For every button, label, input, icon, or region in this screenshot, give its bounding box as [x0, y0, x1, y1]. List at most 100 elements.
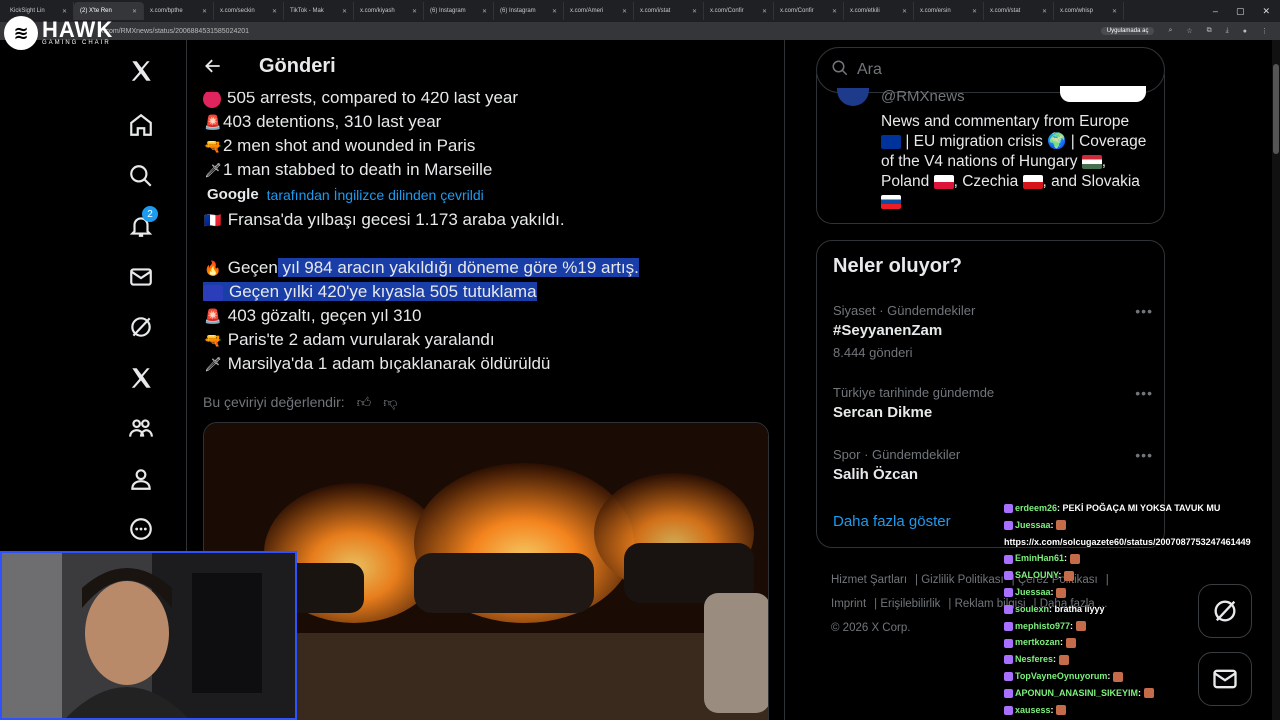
translated-title: 🇫🇷 Fransa'da yılbaşı gecesi 1.173 araba …: [203, 208, 773, 232]
tab-close-icon[interactable]: ✕: [342, 8, 347, 15]
scroll-thumb[interactable]: [1273, 64, 1279, 154]
browser-tab[interactable]: x.com/bpthe ✕: [144, 2, 214, 20]
follow-button[interactable]: [1060, 86, 1146, 102]
trend-item[interactable]: Siyaset · Gündemdekiler #SeyyanenZam 8.4…: [833, 303, 1153, 360]
tab-close-icon[interactable]: ✕: [202, 8, 207, 15]
avatar[interactable]: [837, 88, 869, 106]
zoom-icon[interactable]: ⌕: [1168, 27, 1172, 35]
chat-emote-icon: [1056, 705, 1067, 716]
tab-title: (6) Instagram: [430, 8, 466, 14]
footer-link[interactable]: Imprint: [831, 598, 866, 610]
tab-close-icon[interactable]: ✕: [552, 8, 557, 15]
tab-title: x.com/Ameri: [570, 8, 604, 14]
browser-tab[interactable]: (6) Instagram ✕: [424, 2, 494, 20]
browser-tab[interactable]: x.com/whisp ✕: [1054, 2, 1124, 20]
siren-icon: 🚨: [204, 114, 222, 130]
translated-by-link[interactable]: tarafından İngilizce dilinden çevrildi: [267, 183, 484, 207]
tab-close-icon[interactable]: ✕: [62, 8, 67, 15]
bookmark-star-icon[interactable]: ☆: [1186, 27, 1192, 35]
trend-item[interactable]: Türkiye tarihinde gündemde Sercan Dikme …: [833, 385, 1153, 421]
tab-title: x.com/etkili: [850, 8, 880, 14]
browser-tab[interactable]: x.com/Ameri ✕: [564, 2, 634, 20]
notifications-icon[interactable]: 2: [110, 206, 172, 246]
thumbs-down-icon[interactable]: 👎︎: [383, 390, 397, 414]
download-icon[interactable]: ⤓: [1226, 27, 1229, 35]
browser-tab[interactable]: x.com/etkili ✕: [844, 2, 914, 20]
tab-strip: KickSight Lin ✕ (2) X'te Ren ✕ x.com/bpthe ✕ x…: [4, 2, 1124, 20]
hawk-overlay-logo: ≋ HAWK GAMING CHAIR: [4, 16, 113, 50]
chat-emote-icon: [1143, 688, 1154, 699]
chat-message: xausess:: [1004, 702, 1280, 719]
browser-tab[interactable]: TikTok - Mak ✕: [284, 2, 354, 20]
url-text[interactable]: x.com/RMXnews/status/2006884531585024201: [100, 28, 249, 35]
trend-name: #SeyyanenZam: [833, 322, 943, 339]
back-arrow-icon[interactable]: [187, 40, 239, 92]
tab-close-icon[interactable]: ✕: [132, 8, 137, 15]
close-icon[interactable]: ✕: [1262, 6, 1270, 17]
tab-close-icon[interactable]: ✕: [1112, 8, 1117, 15]
more-options-icon[interactable]: •••: [1135, 303, 1153, 319]
tab-close-icon[interactable]: ✕: [622, 8, 627, 15]
bio-line: | EU migration crisis 🌍 | Coverage: [881, 132, 1151, 152]
minimize-icon[interactable]: –: [1213, 6, 1218, 17]
more-icon[interactable]: [110, 509, 172, 549]
browser-tab[interactable]: x.com/seckin ✕: [214, 2, 284, 20]
tab-title: TikTok - Mak: [290, 8, 324, 14]
profile-icon[interactable]: [110, 459, 172, 499]
hawk-logo-name: HAWK: [42, 17, 114, 42]
tab-close-icon[interactable]: ✕: [692, 8, 697, 15]
grok-icon[interactable]: [110, 307, 172, 347]
tab-close-icon[interactable]: ✕: [1042, 8, 1047, 15]
address-bar[interactable]: x.com/RMXnews/status/2006884531585024201…: [0, 22, 1280, 40]
chat-badge-icon: [1004, 621, 1013, 631]
footer-link[interactable]: Erişilebilirlik: [880, 598, 940, 610]
premium-x-icon[interactable]: [110, 358, 172, 398]
browser-tab[interactable]: x.com/Confir ✕: [774, 2, 844, 20]
chat-username: mertkozan: [1015, 637, 1061, 648]
browser-tab[interactable]: (6) Instagram ✕: [494, 2, 564, 20]
tab-close-icon[interactable]: ✕: [272, 8, 277, 15]
chat-username: APONUN_ANASINI_SIKEYIM: [1015, 687, 1139, 698]
browser-tab[interactable]: x.com/ersin ✕: [914, 2, 984, 20]
communities-icon[interactable]: [110, 408, 172, 448]
thumbs-up-icon[interactable]: 👍︎: [357, 390, 372, 414]
globe-icon: 🌍: [1047, 133, 1067, 150]
browser-tab[interactable]: x.com/i/stat ✕: [634, 2, 704, 20]
profile-handle[interactable]: @RMXnews: [881, 88, 965, 105]
tab-close-icon[interactable]: ✕: [972, 8, 977, 15]
browser-menu-icon[interactable]: ⋮: [1261, 27, 1268, 35]
tab-close-icon[interactable]: ✕: [762, 8, 767, 15]
chat-emote-icon: [1058, 654, 1069, 665]
browser-tab[interactable]: x.com/i/stat ✕: [984, 2, 1054, 20]
footer-link[interactable]: Hizmet Şartları: [831, 574, 907, 586]
chat-badge-icon: [1004, 554, 1013, 564]
more-options-icon[interactable]: •••: [1135, 385, 1153, 401]
tab-close-icon[interactable]: ✕: [902, 8, 907, 15]
browser-tab[interactable]: x.com/kiyash ✕: [354, 2, 424, 20]
tab-close-icon[interactable]: ✕: [482, 8, 487, 15]
footer-link[interactable]: Gizlilik Politikası: [921, 574, 1003, 586]
extensions-icon[interactable]: ⧉: [1207, 27, 1212, 35]
profile-avatar-icon[interactable]: ●: [1243, 28, 1247, 35]
show-more-link[interactable]: Daha fazla göster: [833, 513, 951, 530]
more-options-icon[interactable]: •••: [1135, 447, 1153, 463]
maximize-icon[interactable]: ▢: [1236, 6, 1245, 17]
tab-close-icon[interactable]: ✕: [832, 8, 837, 15]
x-logo-icon[interactable]: [110, 51, 172, 91]
chat-username: erdeem26: [1015, 503, 1058, 513]
chat-text: :: [1058, 570, 1062, 581]
chat-badge-icon: [1004, 672, 1013, 682]
trend-item[interactable]: Spor · Gündemdekiler Salih Özcan •••: [833, 447, 1153, 483]
browser-tab[interactable]: x.com/Confir ✕: [704, 2, 774, 20]
home-icon[interactable]: [110, 105, 172, 145]
tab-close-icon[interactable]: ✕: [412, 8, 417, 15]
chat-text: : bratha iiyyy: [1049, 603, 1105, 614]
chat-username: soulexn: [1015, 603, 1050, 614]
search-icon[interactable]: [110, 156, 172, 196]
chat-message: mephisto977:: [1004, 618, 1280, 635]
open-in-app-button[interactable]: Uygulamada aç: [1100, 27, 1155, 35]
chat-emote-icon: [1065, 638, 1076, 648]
messages-icon[interactable]: [110, 257, 172, 297]
trend-count: 8.444 gönderi: [833, 345, 913, 360]
page-title: Gönderi: [259, 54, 336, 77]
